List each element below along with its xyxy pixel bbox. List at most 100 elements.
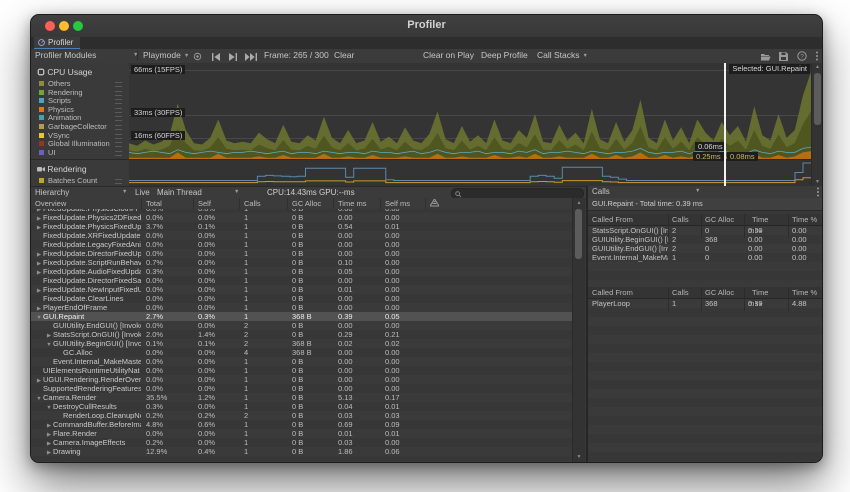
table-row[interactable]: FixedUpdate.XRFixedUpdate0.0%0.0%10 B0.0… bbox=[31, 231, 572, 240]
called-from-header: Called From Calls GC Alloc Time ms▲ Time… bbox=[588, 214, 823, 226]
collapse-filter-icon[interactable] bbox=[425, 198, 448, 209]
scroll-up-icon[interactable]: ▲ bbox=[812, 64, 823, 70]
chart-scrollbar-thumb[interactable] bbox=[814, 73, 821, 125]
legend-item-batches-count[interactable]: Batches Count bbox=[39, 176, 125, 185]
table-row[interactable]: ▶FixedUpdate.Physics2DFixedI0.0%0.0%10 B… bbox=[31, 213, 572, 222]
table-row[interactable]: ▶FixedUpdate.AudioFixedUpda0.3%0.0%10 B0… bbox=[31, 267, 572, 276]
clear-on-play-button[interactable]: Clear on Play bbox=[423, 49, 474, 62]
table-row[interactable]: ▼DestroyCullResults0.3%0.0%10 B0.040.01 bbox=[31, 402, 572, 411]
foldout-arrow-icon[interactable]: ▼ bbox=[45, 341, 53, 348]
col-self[interactable]: Self bbox=[193, 198, 240, 209]
drag-handle[interactable] bbox=[115, 142, 122, 147]
col-called-from[interactable]: Called From bbox=[588, 214, 668, 238]
col-time-pct[interactable]: Time % bbox=[788, 214, 823, 238]
foldout-arrow-icon[interactable]: ▶ bbox=[45, 440, 53, 447]
drag-handle[interactable] bbox=[115, 151, 122, 156]
profiler-modules-dropdown[interactable]: Profiler Modules▼ bbox=[35, 49, 96, 62]
foldout-arrow-icon[interactable]: ▼ bbox=[35, 395, 43, 402]
table-row[interactable]: UIElementsRuntimeUtilityNat0.0%0.0%10 B0… bbox=[31, 366, 572, 375]
details-mode-dropdown[interactable]: Calls▼ bbox=[592, 186, 610, 197]
table-row[interactable]: ▶FixedUpdate.ScriptRunBehav0.7%0.0%10 B0… bbox=[31, 258, 572, 267]
clear-button[interactable]: Clear bbox=[334, 49, 354, 62]
thread-dropdown[interactable]: Main Thread▼ bbox=[157, 187, 202, 198]
table-row[interactable]: SupportedRenderingFeatures.0.0%0.0%10 B0… bbox=[31, 384, 572, 393]
drag-handle[interactable] bbox=[115, 91, 122, 96]
scroll-down-icon[interactable]: ▼ bbox=[812, 179, 823, 185]
foldout-arrow-icon[interactable]: ▶ bbox=[35, 305, 43, 312]
table-row[interactable]: ▶Drawing12.9%0.4%10 B1.860.06 bbox=[31, 447, 572, 456]
foldout-arrow-icon[interactable]: ▶ bbox=[35, 377, 43, 384]
table-row[interactable]: ▶FixedUpdate.PhysicsFixedUp3.7%0.1%10 B0… bbox=[31, 222, 572, 231]
table-row[interactable]: ▶CommandBuffer.BeforeIma4.8%0.6%10 B0.69… bbox=[31, 420, 572, 429]
drag-handle[interactable] bbox=[115, 108, 122, 113]
table-row[interactable]: ▶PlayerEndOfFrame0.0%0.0%10 B0.000.00 bbox=[31, 303, 572, 312]
drag-handle[interactable] bbox=[115, 116, 122, 121]
col-overview[interactable]: Overview bbox=[31, 198, 141, 209]
table-scrollbar[interactable]: ▲ ▼ bbox=[572, 198, 585, 462]
col-time-pct[interactable]: Time % bbox=[788, 287, 823, 311]
drag-handle[interactable] bbox=[115, 134, 122, 139]
table-scrollbar-thumb[interactable] bbox=[575, 209, 582, 259]
current-frame-playhead[interactable] bbox=[724, 63, 726, 186]
col-total[interactable]: Total bbox=[141, 198, 194, 209]
legend-item-ui[interactable]: UI bbox=[39, 148, 125, 157]
col-gc-alloc[interactable]: GC Alloc bbox=[701, 287, 744, 311]
foldout-arrow-icon[interactable]: ▶ bbox=[35, 251, 43, 258]
playmode-dropdown[interactable]: Playmode▼ bbox=[143, 49, 189, 62]
table-row[interactable]: ▼GUIUtility.BeginGUI() [Invol0.1%0.1%236… bbox=[31, 339, 572, 348]
table-row[interactable]: ▶Flare.Render0.0%0.0%10 B0.010.01 bbox=[31, 429, 572, 438]
table-row[interactable]: Event.Internal_MakeMaste100.000.00 bbox=[588, 253, 823, 262]
col-called-from[interactable]: Called From bbox=[588, 287, 668, 311]
drag-handle[interactable] bbox=[115, 99, 122, 104]
table-row[interactable]: Event.Internal_MakeMaster0.0%0.0%10 B0.0… bbox=[31, 357, 572, 366]
table-row[interactable]: RenderLoop.CleanupNo0.2%0.2%20 B0.030.03 bbox=[31, 411, 572, 420]
rendering-chart[interactable] bbox=[129, 160, 811, 186]
table-row[interactable]: GUIUtility.EndGUI() [Invoke0.0%0.0%20 B0… bbox=[31, 321, 572, 330]
table-row[interactable]: ▶StatsScript.OnGUI() [Invoke2.0%1.4%20 B… bbox=[31, 330, 572, 339]
deep-profile-button[interactable]: Deep Profile bbox=[481, 49, 528, 62]
table-row[interactable]: FixedUpdate.LegacyFixedAni0.0%0.0%10 B0.… bbox=[31, 240, 572, 249]
foldout-arrow-icon[interactable]: ▶ bbox=[45, 449, 53, 456]
table-row[interactable]: ▶FixedUpdate.DirectorFixedUp0.0%0.0%10 B… bbox=[31, 249, 572, 258]
col-time-ms[interactable]: Time ms▲ bbox=[744, 214, 788, 238]
table-row[interactable]: ▼GUI.Repaint2.7%0.3%1368 B0.390.05 bbox=[31, 312, 572, 321]
col-gc-alloc[interactable]: GC Alloc bbox=[701, 214, 744, 238]
live-toggle[interactable]: Live bbox=[135, 187, 150, 198]
col-calls[interactable]: Calls bbox=[239, 198, 288, 209]
foldout-arrow-icon[interactable]: ▶ bbox=[45, 431, 53, 438]
col-time-ms[interactable]: Time ms▲ bbox=[744, 287, 788, 311]
foldout-arrow-icon[interactable]: ▶ bbox=[35, 215, 43, 222]
table-row[interactable]: ▼Camera.Render35.5%1.2%10 B5.130.17 bbox=[31, 393, 572, 402]
foldout-arrow-icon[interactable]: ▼ bbox=[45, 404, 53, 411]
foldout-arrow-icon[interactable]: ▶ bbox=[35, 269, 43, 276]
foldout-arrow-icon[interactable]: ▶ bbox=[35, 224, 43, 231]
col-calls[interactable]: Calls bbox=[668, 214, 701, 238]
foldout-arrow-icon[interactable]: ▶ bbox=[35, 260, 43, 267]
table-row[interactable]: ▶UGUI.Rendering.RenderOverl0.0%0.0%10 B0… bbox=[31, 375, 572, 384]
foldout-arrow-icon[interactable]: ▶ bbox=[45, 422, 53, 429]
tab-profiler[interactable]: Profiler bbox=[34, 37, 80, 49]
foldout-arrow-icon[interactable]: ▶ bbox=[35, 287, 43, 294]
drag-handle[interactable] bbox=[115, 125, 122, 130]
chart-scrollbar[interactable]: ▲ ▼ bbox=[811, 63, 823, 186]
table-row[interactable]: GUIUtility.EndGUI() [Invok200.000.00 bbox=[588, 244, 823, 253]
table-row[interactable]: FixedUpdate.ClearLines0.0%0.0%10 B0.000.… bbox=[31, 294, 572, 303]
view-mode-dropdown[interactable]: Hierarchy▼ bbox=[35, 187, 69, 198]
table-row[interactable]: ▶FixedUpdate.NewInputFixedU0.0%0.0%10 B0… bbox=[31, 285, 572, 294]
table-row[interactable]: GC.Alloc0.0%0.0%4368 B0.000.00 bbox=[31, 348, 572, 357]
drag-handle[interactable] bbox=[115, 179, 122, 184]
col-time-ms[interactable]: Time ms bbox=[333, 198, 381, 209]
foldout-arrow-icon[interactable]: ▶ bbox=[45, 332, 53, 339]
col-self-ms[interactable]: Self ms bbox=[380, 198, 426, 209]
scroll-up-icon[interactable]: ▲ bbox=[573, 200, 585, 206]
call-stacks-dropdown[interactable]: Call Stacks▼ bbox=[537, 49, 588, 62]
col-gc-alloc[interactable]: GC Alloc bbox=[287, 198, 334, 209]
table-row[interactable]: FixedUpdate.DirectorFixedSa0.0%0.0%10 B0… bbox=[31, 276, 572, 285]
drag-handle[interactable] bbox=[115, 82, 122, 87]
cpu-module-header[interactable]: CPU Usage bbox=[37, 67, 92, 78]
table-row[interactable]: ▶Camera.ImageEffects0.2%0.0%10 B0.030.00 bbox=[31, 438, 572, 447]
rendering-module-header[interactable]: Rendering bbox=[37, 164, 87, 175]
scroll-down-icon[interactable]: ▼ bbox=[573, 454, 585, 460]
foldout-arrow-icon[interactable]: ▼ bbox=[35, 314, 43, 321]
col-calls[interactable]: Calls bbox=[668, 287, 701, 311]
